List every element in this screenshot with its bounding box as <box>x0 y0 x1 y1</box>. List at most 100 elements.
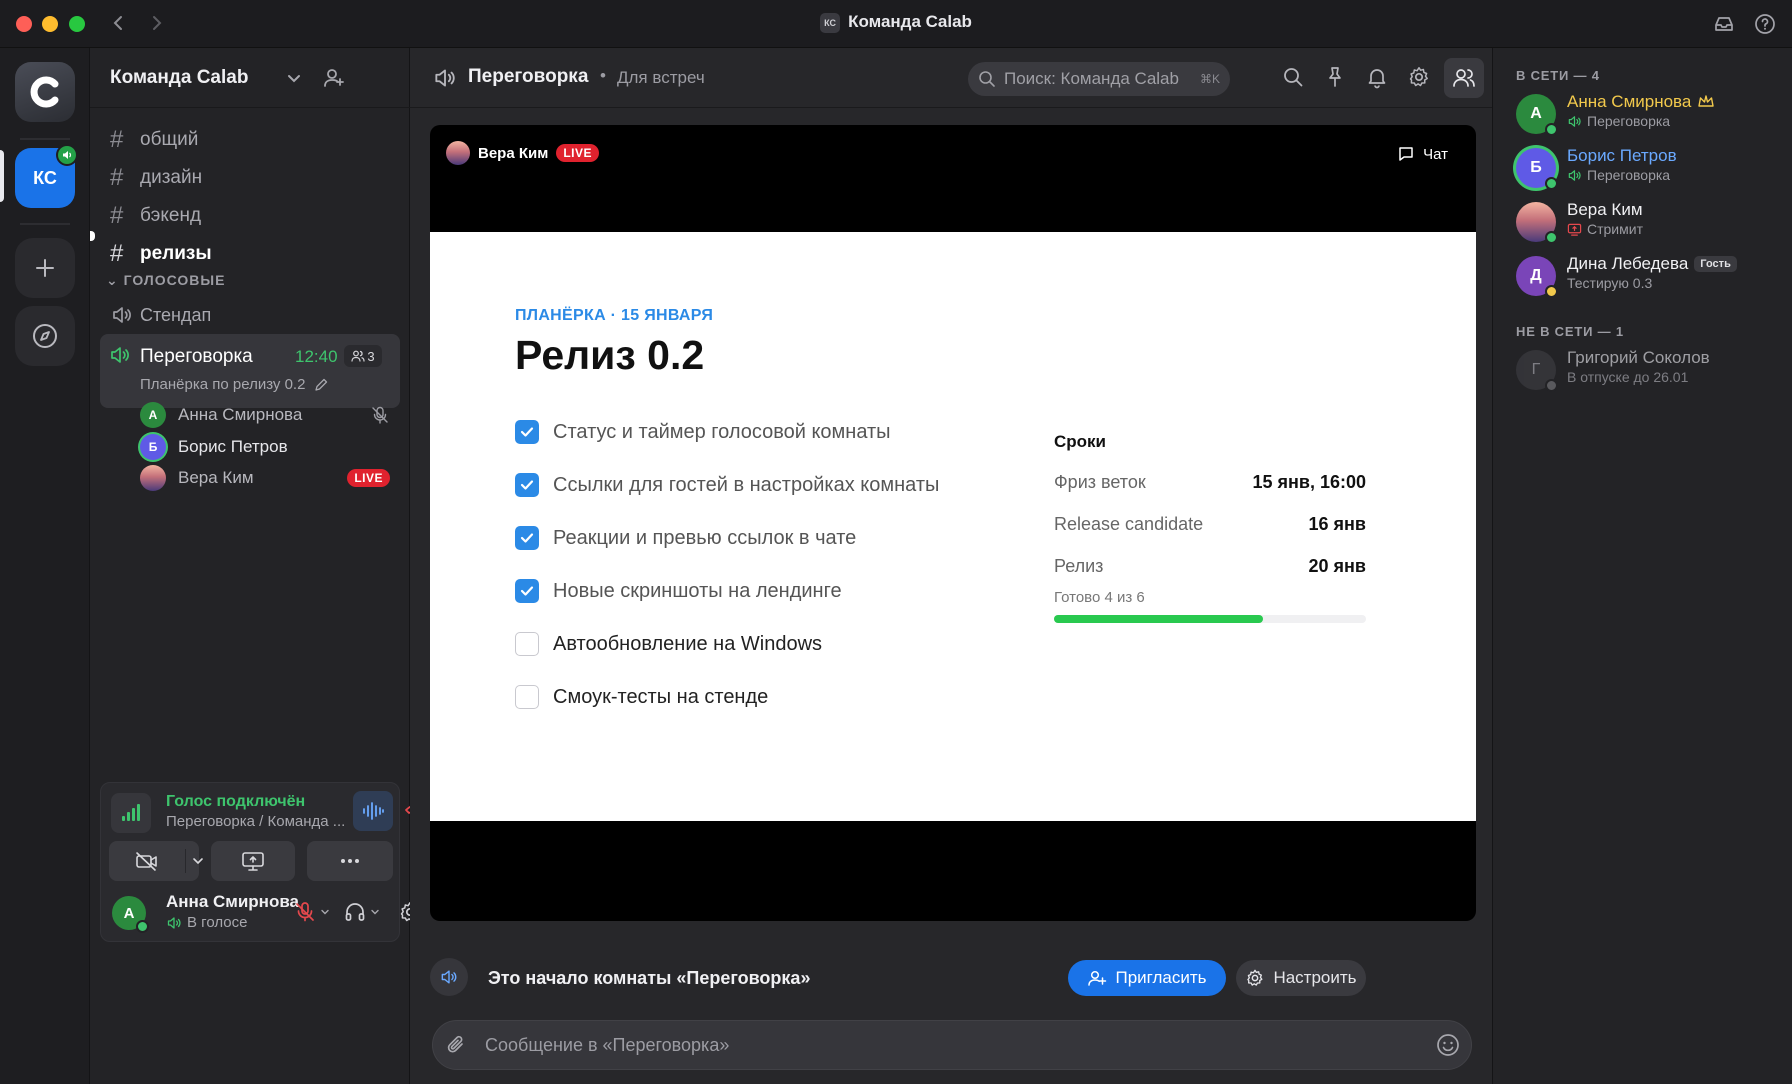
headphones-icon <box>345 903 365 921</box>
app-window: КС Команда Calab КС Команда Calab # общи… <box>0 0 1792 1084</box>
user-status: В голосе <box>166 914 247 931</box>
search-messages-icon[interactable] <box>1280 64 1306 90</box>
user-name: Анна Смирнова <box>166 892 300 911</box>
signal-bars-icon <box>122 804 140 821</box>
camera-toggle-button[interactable] <box>109 841 203 881</box>
screen-share-stream[interactable]: Вера Ким LIVE Чат ПЛАНЁРКА · 15 ЯНВАРЯ Р… <box>430 125 1476 921</box>
live-badge: LIVE <box>347 469 390 487</box>
headphones-toggle-button[interactable] <box>343 900 381 924</box>
channel-relizy[interactable]: # релизы <box>110 236 390 272</box>
add-user-icon[interactable] <box>322 66 346 90</box>
channel-bekend[interactable]: # бэкенд <box>110 198 390 234</box>
status-text: В голосе <box>187 914 248 931</box>
voice-member-vera[interactable]: Вера Ким LIVE <box>140 463 390 493</box>
member-name-text: Анна Смирнова <box>1567 92 1692 111</box>
rail-divider <box>20 138 70 140</box>
hash-icon: # <box>110 164 124 191</box>
help-icon[interactable] <box>1754 13 1776 35</box>
voice-category-header[interactable]: ⌄ ГОЛОСОВЫЕ <box>106 272 225 289</box>
connection-quality-button[interactable] <box>111 793 151 833</box>
add-server-button[interactable] <box>15 238 75 298</box>
channel-label: Стендап <box>140 304 212 325</box>
chevron-down-icon: ⌄ <box>106 272 124 288</box>
voice-channel-standup[interactable]: Стендап <box>110 303 211 327</box>
chevron-down-icon[interactable] <box>319 906 331 918</box>
configure-button[interactable]: Настроить <box>1236 960 1366 996</box>
voice-member-boris[interactable]: Б Борис Петров <box>140 432 390 462</box>
member-anna-smirnova[interactable]: А Анна Смирнова Переговорка <box>1516 90 1786 136</box>
member-name: Дина Лебедева Гость <box>1567 254 1737 274</box>
noise-suppression-button[interactable] <box>353 791 393 831</box>
members-list-icon[interactable] <box>1444 58 1484 98</box>
chevron-down-icon[interactable] <box>191 854 205 868</box>
channel-dizayn[interactable]: # дизайн <box>110 160 390 196</box>
paperclip-icon[interactable] <box>445 1033 469 1057</box>
chevron-down-icon[interactable] <box>369 906 381 918</box>
ellipsis-icon <box>341 859 359 863</box>
stream-header: Вера Ким LIVE <box>446 141 599 165</box>
speaker-icon <box>167 916 181 929</box>
invite-button[interactable]: Пригласить <box>1068 960 1226 996</box>
room-topic[interactable]: Планёрка по релизу 0.2 <box>140 376 329 393</box>
bell-icon[interactable] <box>1364 64 1390 90</box>
status-text: В отпуске до 26.01 <box>1567 369 1689 385</box>
member-name-text: Борис Петров <box>1567 146 1677 165</box>
screen-share-icon <box>242 852 264 871</box>
server-rail: КС <box>0 48 90 1084</box>
streamer-avatar <box>446 141 470 165</box>
voice-member-anna[interactable]: А Анна Смирнова <box>140 400 390 430</box>
member-name: Вера Ким <box>178 468 254 487</box>
stream-chat-button[interactable]: Чат <box>1397 145 1448 163</box>
search-icon <box>979 71 995 87</box>
more-options-button[interactable] <box>307 841 393 881</box>
deadline-value: 15 янв, 16:00 <box>1252 472 1366 492</box>
share-screen-button[interactable] <box>211 841 295 881</box>
voice-status-title: Голос подключён <box>166 793 306 810</box>
unchecked-checkbox-icon <box>515 632 539 656</box>
member-grigoriy-sokolov[interactable]: Г Григорий Соколов В отпуске до 26.01 <box>1516 346 1786 392</box>
pin-icon[interactable] <box>1322 64 1348 90</box>
channel-obshchiy[interactable]: # общий <box>110 122 390 158</box>
emoji-icon[interactable] <box>1435 1032 1461 1058</box>
item-text: Новые скриншоты на лендинге <box>553 579 842 602</box>
deadlines-title: Сроки <box>1054 432 1107 451</box>
avatar: А <box>140 402 166 428</box>
channel-label: Переговорка <box>140 346 253 367</box>
gear-icon[interactable] <box>1406 64 1432 90</box>
item-text: Ссылки для гостей в настройках комнаты <box>553 473 940 496</box>
unchecked-checkbox-icon <box>515 685 539 709</box>
member-dina-lebedeva[interactable]: Д Дина Лебедева Гость Тестирую 0.3 <box>1516 252 1786 298</box>
chevron-down-icon[interactable] <box>282 66 306 90</box>
app-logo-button[interactable] <box>15 62 75 122</box>
deadline-label: Release candidate <box>1054 514 1204 534</box>
channel-header: Переговорка • Для встреч Поиск: Команда … <box>410 48 1492 108</box>
channel-title: Переговорка <box>468 66 589 87</box>
guest-badge: Гость <box>1694 256 1737 272</box>
item-text: Реакции и превью ссылок в чате <box>553 526 857 549</box>
member-boris-petrov[interactable]: Б Борис Петров Переговорка <box>1516 144 1786 190</box>
server-header[interactable]: Команда Calab <box>90 48 410 108</box>
inbox-icon[interactable] <box>1713 13 1735 35</box>
unread-indicator <box>90 231 95 241</box>
voice-channel-peregovorka[interactable]: Переговорка 12:40 3 Планёрка по релизу 0… <box>100 334 400 408</box>
explore-button[interactable] <box>15 306 75 366</box>
pencil-icon[interactable] <box>313 377 329 393</box>
avatar <box>140 465 166 491</box>
status-dot <box>1545 379 1558 392</box>
category-label: ГОЛОСОВЫЕ <box>123 272 226 288</box>
camera-off-icon <box>136 852 157 871</box>
status-text: Переговорка <box>1587 167 1671 183</box>
deadline-label: Релиз <box>1054 556 1104 576</box>
mic-toggle-button[interactable] <box>293 900 331 924</box>
count-value: 3 <box>367 348 375 364</box>
member-vera-kim[interactable]: Вера Ким Стримит <box>1516 198 1786 244</box>
checked-checkbox-icon <box>515 526 539 550</box>
speaker-icon <box>430 958 468 996</box>
checked-checkbox-icon <box>515 420 539 444</box>
configure-label: Настроить <box>1273 968 1357 987</box>
speaker-icon <box>113 307 131 323</box>
member-status: Переговорка <box>1567 113 1670 129</box>
plus-icon <box>36 259 54 277</box>
message-input[interactable] <box>485 1033 1385 1057</box>
search-input[interactable]: Поиск: Команда Calab ⌘K <box>968 62 1230 96</box>
